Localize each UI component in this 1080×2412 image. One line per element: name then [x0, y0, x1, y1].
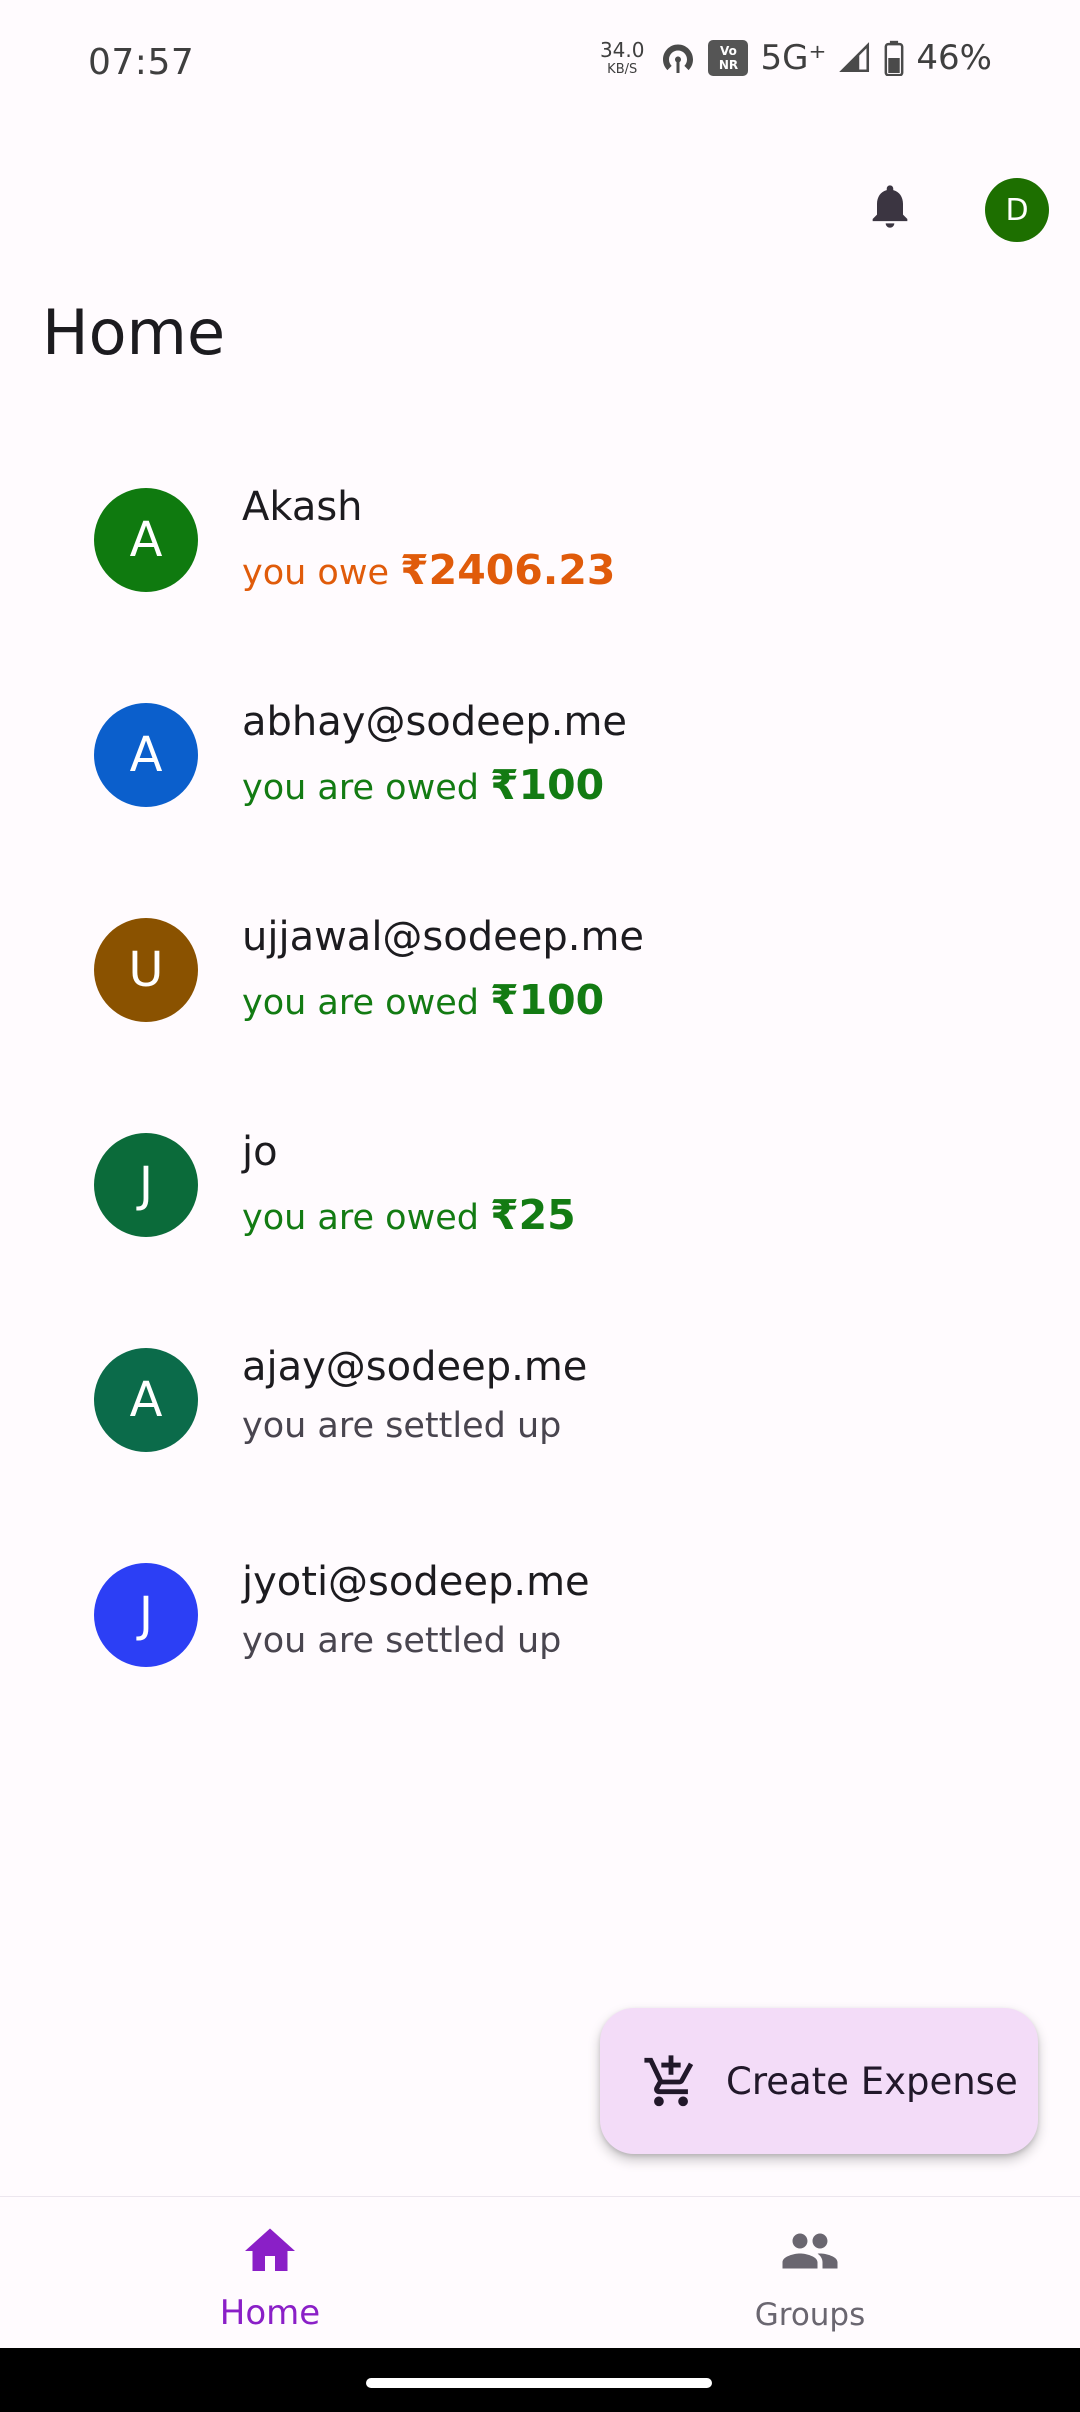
friend-balance-status: you are settled up	[242, 1621, 561, 1661]
friend-row[interactable]: U ujjawal@sodeep.me you are owed ₹100	[0, 862, 1080, 1077]
status-icons: 34.0 KB/S Vo NR 5G⁺ 46%	[600, 38, 992, 78]
balance-text: you are owed	[242, 983, 491, 1023]
page-title: Home	[42, 296, 226, 369]
balance-amount: ₹100	[490, 761, 605, 809]
friend-row[interactable]: A Akash you owe ₹2406.23	[0, 432, 1080, 647]
balance-text: you are settled up	[242, 1406, 562, 1446]
network-type: 5G⁺	[760, 38, 827, 78]
friend-row[interactable]: J jo you are owed ₹25	[0, 1077, 1080, 1292]
gesture-handle[interactable]	[366, 2378, 712, 2388]
friend-row[interactable]: A ajay@sodeep.me you are settled up	[0, 1292, 1080, 1507]
balance-amount: ₹100	[490, 976, 605, 1024]
nav-item-groups[interactable]: Groups	[540, 2197, 1080, 2349]
balance-amount: ₹25	[490, 1191, 576, 1239]
friend-row[interactable]: A abhay@sodeep.me you are owed ₹100	[0, 647, 1080, 862]
friend-balance-status: you owe ₹2406.23	[242, 546, 615, 594]
friend-avatar: A	[94, 488, 198, 592]
create-expense-button[interactable]: Create Expense	[600, 2008, 1038, 2154]
friends-list: A Akash you owe ₹2406.23 A abhay@sodeep.…	[0, 432, 1080, 1722]
friend-avatar: J	[94, 1133, 198, 1237]
create-expense-label: Create Expense	[726, 2060, 1018, 2103]
balance-amount: ₹2406.23	[400, 546, 616, 594]
friend-name: ajay@sodeep.me	[242, 1344, 588, 1390]
friend-avatar: A	[94, 703, 198, 807]
friend-avatar: U	[94, 918, 198, 1022]
profile-avatar[interactable]: D	[985, 178, 1049, 242]
friend-balance-status: you are owed ₹25	[242, 1191, 576, 1239]
friend-name: abhay@sodeep.me	[242, 699, 628, 745]
friend-name: ujjawal@sodeep.me	[242, 914, 645, 960]
battery-percent: 46%	[916, 38, 992, 78]
friend-balance-status: you are owed ₹100	[242, 976, 604, 1024]
notifications-bell-icon[interactable]	[864, 178, 916, 234]
vonr-icon: Vo NR	[708, 40, 749, 76]
net-speed-value: 34.0	[599, 38, 645, 62]
friend-name: jyoti@sodeep.me	[242, 1559, 590, 1605]
balance-text: you are settled up	[242, 1621, 562, 1661]
hotspot-icon	[663, 44, 694, 73]
nav-label-home: Home	[219, 2293, 321, 2333]
groups-icon	[782, 2233, 838, 2269]
net-speed-unit: KB/S	[607, 62, 638, 77]
balance-text: you are owed	[242, 1198, 491, 1238]
vonr-line2: NR	[718, 58, 739, 72]
friend-balance-status: you are owed ₹100	[242, 761, 604, 809]
status-time: 07:57	[88, 42, 195, 83]
vonr-line1: Vo	[720, 44, 737, 58]
status-bar: 07:57 34.0 KB/S Vo NR 5G⁺ 46%	[0, 0, 1080, 125]
nav-label-groups: Groups	[754, 2297, 866, 2333]
add-shopping-cart-icon	[644, 2055, 694, 2107]
friend-name: Akash	[242, 484, 363, 530]
friend-avatar: J	[94, 1563, 198, 1667]
nav-item-home[interactable]: Home	[0, 2197, 540, 2349]
friend-row[interactable]: J jyoti@sodeep.me you are settled up	[0, 1507, 1080, 1722]
system-navigation-bar	[0, 2348, 1080, 2412]
friend-name: jo	[242, 1129, 278, 1175]
signal-icon	[839, 42, 870, 73]
net-speed-indicator: 34.0 KB/S	[600, 40, 645, 76]
balance-text: you are owed	[242, 768, 491, 808]
balance-text: you owe	[242, 553, 401, 593]
friend-avatar: A	[94, 1348, 198, 1452]
bottom-navigation: Home Groups	[0, 2196, 1080, 2349]
home-icon	[245, 2228, 295, 2271]
battery-icon	[885, 40, 904, 76]
friend-balance-status: you are settled up	[242, 1406, 561, 1446]
